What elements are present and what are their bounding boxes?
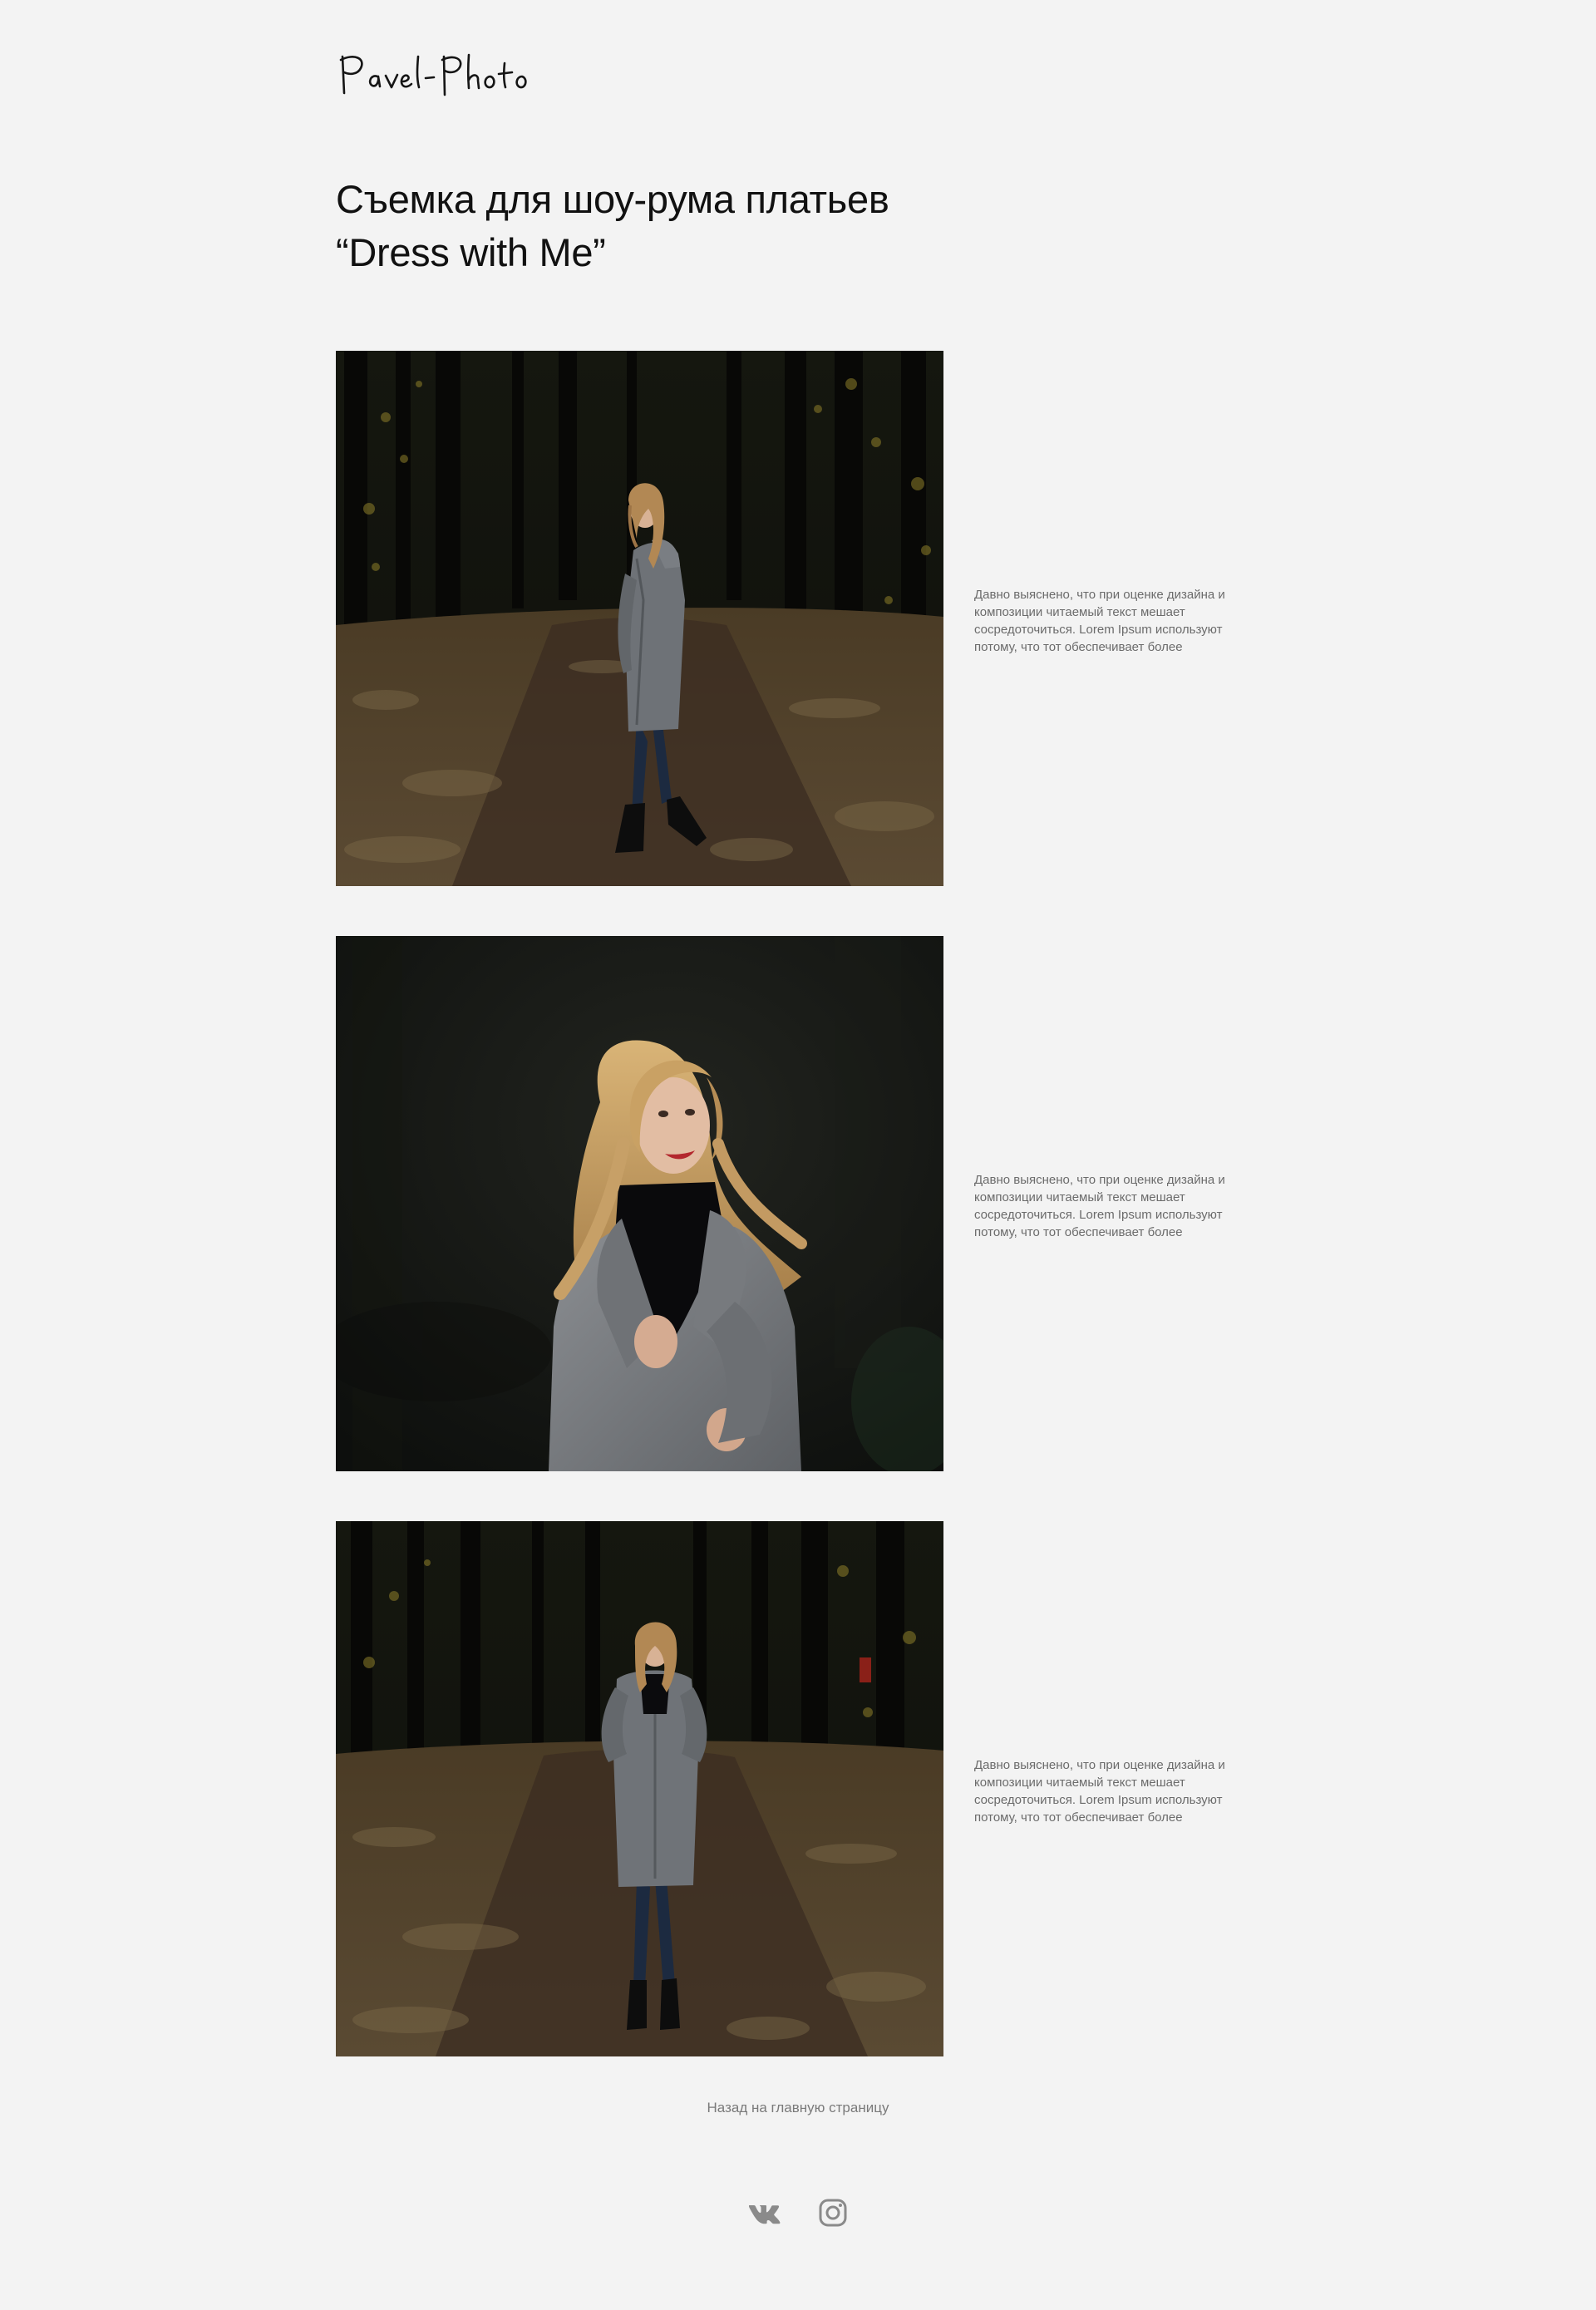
- instagram-icon[interactable]: [815, 2194, 851, 2231]
- gallery-photo[interactable]: [336, 936, 943, 1471]
- page-title-line-2: “Dress with Me”: [336, 230, 606, 274]
- gallery-item: Давно выяснено, что при оценке дизайна и…: [336, 351, 1260, 886]
- gallery-photo[interactable]: [336, 351, 943, 886]
- gallery-item: Давно выяснено, что при оценке дизайна и…: [336, 936, 1260, 1471]
- photo-caption: Давно выяснено, что при оценке дизайна и…: [974, 1173, 1225, 1239]
- photo-caption: Давно выяснено, что при оценке дизайна и…: [974, 588, 1225, 654]
- site-logo[interactable]: Pavel-Photo: [336, 47, 535, 101]
- social-links: [740, 2194, 856, 2231]
- gallery-item: Давно выяснено, что при оценке дизайна и…: [336, 1521, 1260, 2056]
- vk-icon[interactable]: [746, 2194, 783, 2231]
- page-title: Съемка для шоу-рума платьев “Dress with …: [336, 173, 968, 279]
- gallery-photo[interactable]: [336, 1521, 943, 2056]
- photo-caption: Давно выяснено, что при оценке дизайна и…: [974, 1758, 1225, 1825]
- back-to-home-link[interactable]: Назад на главную страницу: [632, 2098, 964, 2118]
- page-title-line-1: Съемка для шоу-рума платьев: [336, 177, 889, 221]
